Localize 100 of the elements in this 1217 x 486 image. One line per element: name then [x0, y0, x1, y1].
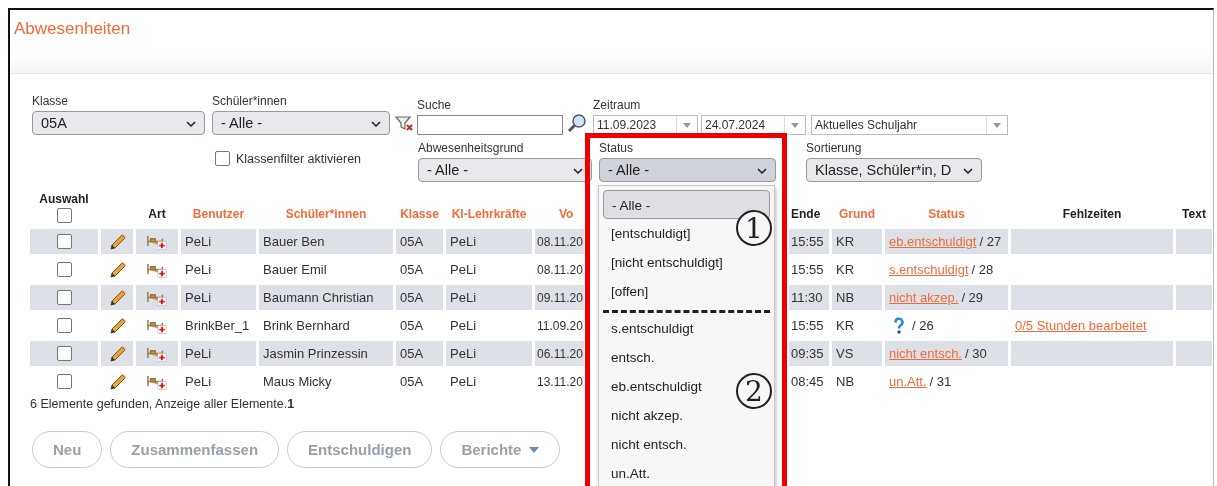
count-text: / 27: [979, 234, 1002, 249]
table-cell-text: 08.11.20: [536, 261, 584, 279]
table-cell: NB: [832, 285, 882, 310]
period-select[interactable]: Aktuelles Schuljahr: [811, 115, 1008, 135]
clear-filter-icon[interactable]: [394, 113, 414, 133]
checkbox-label: Klassenfilter aktivieren: [236, 151, 362, 166]
table-cell-text: BrinkBer_1: [184, 317, 251, 335]
table-cell: 05A: [396, 341, 443, 366]
count-text: / 31: [929, 374, 952, 389]
count-text: / 29: [961, 290, 984, 305]
count-text: / 30: [965, 346, 987, 361]
caret-icon: [791, 122, 799, 128]
table-cell-text: Maus Micky: [262, 373, 333, 391]
pencil-icon[interactable]: [107, 315, 127, 336]
table-cell-text: 05A: [399, 373, 425, 391]
table-cell-text: KR: [835, 261, 856, 279]
class-select[interactable]: 05A: [32, 111, 205, 135]
row-checkbox[interactable]: [56, 262, 72, 277]
table-cell: 15:55: [789, 229, 829, 254]
count-text: / 28: [971, 262, 994, 277]
dropdown-option[interactable]: s.entschuldigt: [603, 314, 698, 343]
column-header: Auswahl: [39, 192, 89, 206]
table-cell: Baumann Christian: [259, 285, 393, 310]
pencil-icon[interactable]: [107, 371, 127, 392]
circled-number: 2: [736, 373, 772, 409]
row-checkbox[interactable]: [56, 346, 72, 361]
row-checkbox[interactable]: [56, 318, 72, 333]
table-cell-text: KR: [835, 317, 856, 335]
chevron-icon: [757, 168, 767, 174]
field-label: Sortierung: [806, 141, 863, 155]
table-cell: Jasmin Prinzessin: [259, 341, 393, 366]
field-label: Status: [599, 141, 635, 155]
table-cell: PeLi: [181, 341, 256, 366]
table-cell: PeLi: [446, 285, 532, 310]
dropdown-option[interactable]: nicht entsch.: [603, 430, 691, 459]
table-cell-text: 05A: [399, 317, 425, 335]
field-label: Klasse: [32, 94, 70, 108]
bed-icon: [147, 373, 167, 390]
select-all-checkbox[interactable]: [56, 208, 72, 223]
empty-cell: [1176, 229, 1212, 254]
sort-select[interactable]: Klasse, Schüler*in, D: [806, 158, 982, 182]
table-cell-text: PeLi: [184, 373, 213, 391]
count-text: / 26: [912, 318, 934, 333]
bed-icon: [147, 261, 167, 278]
date-from-field[interactable]: 11.09.2023: [593, 115, 698, 135]
pencil-icon[interactable]: [107, 231, 127, 252]
table-cell: 06.11.20: [535, 341, 584, 366]
table-cell-text: 11.09.20: [536, 317, 584, 335]
table-cell: 11:30: [789, 285, 829, 310]
question-icon: [893, 316, 905, 335]
table-cell: KR: [832, 229, 882, 254]
status-select[interactable]: - Alle -: [599, 158, 776, 182]
caret-icon: [683, 122, 691, 128]
column-header: Art: [148, 207, 166, 221]
dropdown-option[interactable]: [offen]: [603, 277, 653, 306]
field-label: Abwesenheitsgrund: [418, 141, 525, 155]
search-icon[interactable]: [567, 113, 587, 133]
bed-icon: [147, 317, 167, 334]
dropdown-option[interactable]: [entschuldigt]: [603, 219, 695, 248]
chevron-icon: [573, 168, 583, 174]
table-cell: PeLi: [446, 229, 532, 254]
column-header: Text: [1182, 207, 1206, 221]
table-cell: PeLi: [181, 285, 256, 310]
bed-icon: [147, 345, 167, 362]
table-cell-text: Bauer Emil: [262, 261, 328, 279]
pencil-icon[interactable]: [107, 259, 127, 280]
table-cell-text: PeLi: [184, 261, 213, 279]
table-cell-text: 08:45: [790, 373, 825, 391]
dropdown-option[interactable]: nicht akzep.: [603, 401, 688, 430]
dropdown-option[interactable]: un.Att.: [603, 459, 655, 486]
dropdown-option[interactable]: [nicht entschuldigt]: [603, 248, 727, 277]
circled-number: 1: [736, 210, 772, 246]
column-header: Ende: [791, 207, 821, 221]
table-cell: PeLi: [446, 341, 532, 366]
table-cell-text: PeLi: [449, 373, 478, 391]
pencil-icon[interactable]: [107, 287, 127, 308]
table-cell-text: NB: [835, 373, 856, 391]
date-to-field[interactable]: 24.07.2024: [701, 115, 806, 135]
bed-icon: [147, 289, 167, 306]
checkbox[interactable]: [215, 151, 230, 166]
table-cell: VS: [832, 341, 882, 366]
reason-select[interactable]: - Alle -: [418, 158, 592, 182]
search-field[interactable]: [417, 115, 563, 135]
caret-icon: [529, 446, 540, 453]
table-cell: 09:35: [789, 341, 829, 366]
pencil-icon[interactable]: [107, 343, 127, 364]
table-cell: 05A: [396, 229, 443, 254]
row-checkbox[interactable]: [56, 374, 72, 389]
table-cell-text: PeLi: [449, 261, 478, 279]
chevron-icon: [371, 121, 381, 127]
caret-icon: [993, 122, 1001, 128]
dropdown-option[interactable]: entsch.: [603, 343, 659, 372]
table-cell-text: 13.11.20: [536, 373, 584, 391]
row-checkbox[interactable]: [56, 234, 72, 249]
student-select[interactable]: - Alle -: [212, 111, 390, 135]
dropdown-option[interactable]: eb.entschuldigt: [603, 372, 706, 401]
table-cell: 08.11.20: [535, 229, 584, 254]
row-checkbox[interactable]: [56, 290, 72, 305]
chevron-icon: [186, 121, 196, 127]
field-label: Zeitraum: [593, 98, 642, 112]
